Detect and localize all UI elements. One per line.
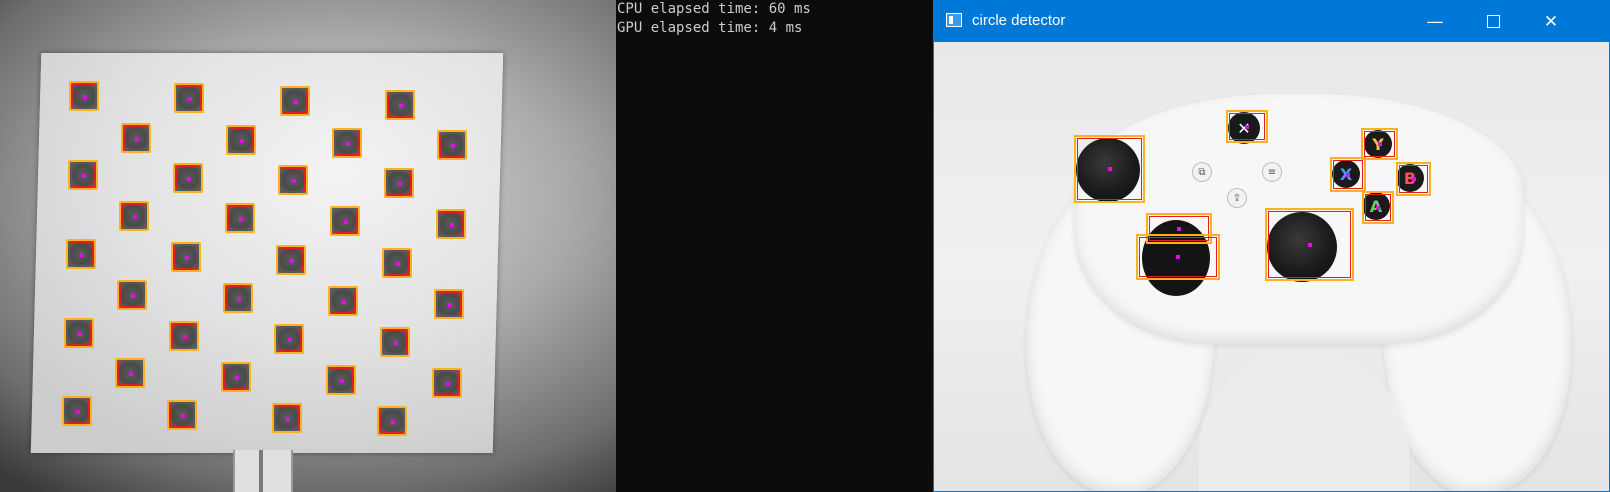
detected-circle-left-stick <box>1074 135 1145 203</box>
detected-circle-dpad <box>1136 234 1220 280</box>
detected-circle <box>171 242 201 272</box>
detected-circle <box>225 203 255 233</box>
controller-image: ✕ ⧉ ≡ ⇪ Y X B A <box>934 42 1609 491</box>
detected-circle <box>169 321 199 351</box>
detected-circle <box>432 368 462 398</box>
detected-circle <box>377 406 407 436</box>
detected-circle <box>280 86 310 116</box>
circle-detector-window[interactable]: circle detector — ✕ ✕ ⧉ ≡ ⇪ Y X B A <box>933 0 1610 492</box>
app-icon[interactable] <box>946 13 962 27</box>
detected-circle-right-stick <box>1265 208 1354 281</box>
detected-circle <box>223 283 253 313</box>
detected-circle <box>380 327 410 357</box>
detected-circle-y <box>1361 128 1398 160</box>
detected-circle <box>434 289 464 319</box>
maximize-icon <box>1486 15 1500 28</box>
detected-circle <box>119 201 149 231</box>
maximize-button[interactable] <box>1464 1 1522 42</box>
detected-circle <box>385 90 415 120</box>
console-window[interactable]: CPU elapsed time: 60 ms GPU elapsed time… <box>616 0 933 492</box>
detected-circle <box>437 130 467 160</box>
console-line-cpu: CPU elapsed time: 60 ms <box>617 1 811 17</box>
detected-circle <box>326 365 356 395</box>
detected-circle <box>382 248 412 278</box>
detected-circle <box>384 168 414 198</box>
detected-circle-a <box>1362 191 1394 224</box>
calibration-target-image <box>0 0 616 492</box>
view-button: ⧉ <box>1192 162 1212 182</box>
detected-circle <box>115 358 145 388</box>
detected-circle <box>121 123 151 153</box>
board-stand <box>233 450 293 492</box>
detected-circle <box>64 318 94 348</box>
detected-circle <box>272 403 302 433</box>
minimize-button[interactable]: — <box>1406 1 1464 42</box>
share-button: ⇪ <box>1227 188 1247 208</box>
close-button[interactable]: ✕ <box>1522 1 1580 42</box>
detected-circle <box>221 362 251 392</box>
detected-circle <box>332 128 362 158</box>
detected-circle <box>328 286 358 316</box>
detected-circle <box>276 245 306 275</box>
detected-circle <box>167 400 197 430</box>
detected-circle <box>68 160 98 190</box>
detected-circle <box>173 163 203 193</box>
detected-circle <box>174 83 204 113</box>
detected-circle <box>274 324 304 354</box>
console-line-gpu: GPU elapsed time: 4 ms <box>617 20 803 36</box>
controller-notch <box>1199 349 1409 491</box>
window-title: circle detector <box>972 12 1066 29</box>
title-bar[interactable]: circle detector — ✕ <box>934 1 1609 42</box>
detected-circle <box>62 396 92 426</box>
detected-circle <box>226 125 256 155</box>
detected-circle <box>436 209 466 239</box>
detected-circle <box>117 280 147 310</box>
detected-circle-x <box>1330 157 1366 192</box>
detected-circle <box>69 81 99 111</box>
detected-circle-guide <box>1226 110 1268 143</box>
detected-circle <box>330 206 360 236</box>
detected-circle <box>66 239 96 269</box>
detected-circle <box>278 165 308 195</box>
detected-circle-b <box>1396 162 1431 196</box>
menu-button: ≡ <box>1262 162 1282 182</box>
